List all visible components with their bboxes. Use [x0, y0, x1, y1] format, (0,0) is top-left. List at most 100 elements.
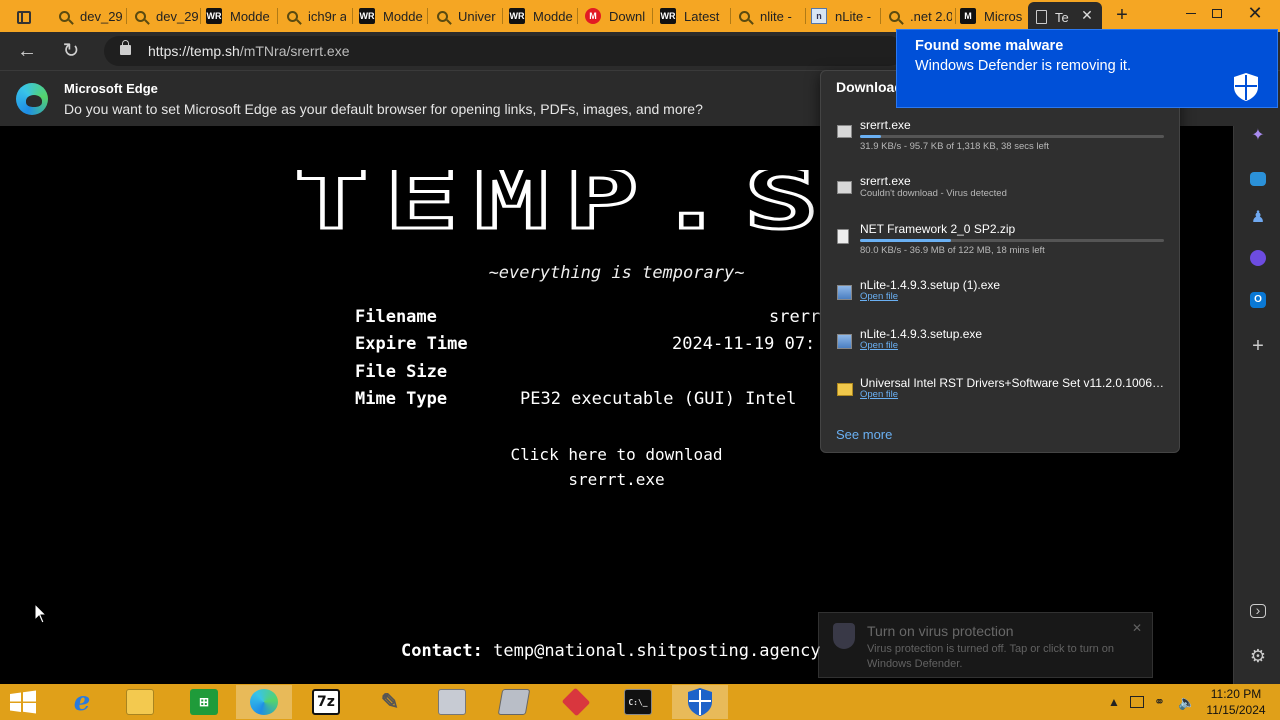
- shopping-icon[interactable]: [1250, 172, 1266, 186]
- contact-label: Contact:: [401, 641, 483, 661]
- tab-separator: [200, 8, 201, 24]
- tab-label: Te: [1055, 9, 1069, 25]
- download-name: nLite-1.4.9.3.setup.exe: [860, 327, 983, 341]
- gear-icon[interactable]: ⚙: [1248, 646, 1268, 666]
- taskbar: e ⊞ 7z ✎ C:\_ ▲ ⚭ 🔈 11:20 PM 11/15/2024: [0, 684, 1280, 720]
- people-icon[interactable]: ♟: [1248, 208, 1268, 228]
- exe-file-icon: [837, 125, 852, 138]
- tab[interactable]: WR Latest: [660, 3, 730, 29]
- taskbar-store[interactable]: ⊞: [176, 685, 232, 719]
- open-file-link[interactable]: Open file: [860, 340, 898, 351]
- system-clock[interactable]: 11:20 PM 11/15/2024: [1200, 686, 1272, 718]
- tab-actions-button[interactable]: [8, 6, 40, 28]
- toast-title: Found some malware: [915, 38, 1064, 54]
- tray-overflow-icon[interactable]: ▲: [1108, 684, 1120, 720]
- download-status: 31.9 KB/s - 95.7 KB of 1,318 KB, 38 secs…: [860, 141, 1050, 152]
- designer-icon[interactable]: [1250, 250, 1266, 266]
- back-arrow-icon[interactable]: ←: [14, 39, 40, 63]
- open-file-link[interactable]: Open file: [860, 389, 898, 400]
- taskbar-defender[interactable]: [672, 685, 728, 719]
- virus-protection-notification[interactable]: Turn on virus protection Virus protectio…: [818, 612, 1153, 678]
- add-icon[interactable]: +: [1248, 336, 1268, 356]
- download-filename-link[interactable]: srerrt.exe: [0, 470, 1233, 489]
- tab[interactable]: nlite -: [736, 3, 802, 29]
- internet-explorer-icon: e: [73, 687, 91, 717]
- tab[interactable]: M Downl: [585, 3, 651, 29]
- search-icon: [59, 10, 70, 22]
- volume-muted-icon[interactable]: 🔈: [1178, 684, 1195, 720]
- taskbar-tool[interactable]: ✎: [362, 685, 418, 719]
- toast-text: Virus protection is turned off. Tap or c…: [867, 643, 1115, 670]
- tab-label: Downl: [609, 8, 646, 24]
- downloads-title: Download: [836, 79, 903, 95]
- tab[interactable]: WR Modde: [359, 3, 425, 29]
- maximize-button[interactable]: [1202, 2, 1232, 24]
- outlook-icon[interactable]: O: [1250, 292, 1266, 308]
- network-icon[interactable]: ⚭: [1154, 684, 1165, 720]
- gitkraken-icon: [561, 687, 591, 717]
- tab[interactable]: WR Modde: [509, 3, 575, 29]
- refresh-icon[interactable]: ↻: [58, 39, 84, 63]
- tab-separator: [577, 8, 578, 24]
- tab[interactable]: dev_29: [132, 3, 200, 29]
- taskbar-cmd[interactable]: C:\_: [610, 685, 666, 719]
- url-path: /mTNra/srerrt.exe: [239, 43, 350, 59]
- wr-icon: WR: [509, 8, 525, 24]
- action-center-icon[interactable]: [1130, 684, 1146, 720]
- taskbar-7zip[interactable]: 7z: [298, 685, 354, 719]
- search-icon: [135, 10, 146, 22]
- address-bar[interactable]: https://temp.sh/mTNra/srerrt.exe: [104, 36, 904, 66]
- tab[interactable]: WR Modde: [206, 3, 272, 29]
- download-item[interactable]: nLite-1.4.9.3.setup.exe Open file: [821, 327, 1181, 373]
- close-tab-icon[interactable]: ✕: [1080, 8, 1094, 22]
- close-icon[interactable]: ✕: [1132, 621, 1142, 635]
- windows-start-icon[interactable]: [8, 690, 38, 714]
- page-icon: [1036, 10, 1047, 24]
- tab-actions-icon: [17, 10, 31, 24]
- tab[interactable]: Univer: [434, 3, 498, 29]
- download-item[interactable]: srerrt.exe Couldn't download - Virus det…: [821, 174, 1181, 220]
- search-icon: [739, 10, 750, 22]
- download-name: srerrt.exe: [860, 118, 911, 132]
- malware-notification[interactable]: Found some malware Windows Defender is r…: [896, 29, 1278, 108]
- ms-icon: M: [960, 8, 976, 24]
- taskbar-installer[interactable]: [424, 685, 480, 719]
- see-more-link[interactable]: See more: [836, 427, 892, 442]
- contact-email-link[interactable]: temp@national.shitposting.agency: [493, 641, 821, 661]
- download-status: 80.0 KB/s - 36.9 MB of 122 MB, 18 mins l…: [860, 245, 1045, 256]
- tab-label: dev_29: [80, 8, 123, 24]
- taskbar-ie[interactable]: e: [54, 685, 110, 719]
- tab-label: Modde: [230, 8, 270, 24]
- taskbar-edge[interactable]: [236, 685, 292, 719]
- download-item[interactable]: Universal Intel RST Drivers+Software Set…: [821, 376, 1181, 422]
- lock-icon[interactable]: [120, 40, 131, 55]
- nlite-icon: n: [811, 8, 827, 24]
- download-item[interactable]: nLite-1.4.9.3.setup (1).exe Open file: [821, 278, 1181, 324]
- download-item[interactable]: srerrt.exe 31.9 KB/s - 95.7 KB of 1,318 …: [821, 118, 1181, 164]
- file-size-label: File Size: [355, 362, 448, 382]
- search-icon: [437, 10, 448, 22]
- taskbar-file-explorer[interactable]: [112, 685, 168, 719]
- temp-sh-logo: TEMP.S: [293, 170, 826, 236]
- clock-time: 11:20 PM: [1210, 687, 1262, 701]
- exe-file-icon: [837, 181, 852, 194]
- new-tab-button[interactable]: +: [1112, 4, 1132, 26]
- close-window-button[interactable]: ✕: [1240, 2, 1270, 24]
- download-name: nLite-1.4.9.3.setup (1).exe: [860, 278, 1001, 292]
- sidebar-collapse-icon[interactable]: ›: [1250, 603, 1266, 618]
- taskbar-network-tool[interactable]: [486, 685, 542, 719]
- taskbar-gitkraken[interactable]: [548, 685, 604, 719]
- tab[interactable]: .net 2.0: [886, 3, 952, 29]
- download-item[interactable]: NET Framework 2_0 SP2.zip 80.0 KB/s - 36…: [821, 222, 1181, 268]
- download-progress-bar: [860, 135, 1164, 138]
- tab[interactable]: ich9r a: [284, 3, 346, 29]
- tab[interactable]: n nLite -: [811, 3, 877, 29]
- copilot-icon[interactable]: ✦: [1248, 126, 1268, 146]
- mouse-cursor-icon: [34, 603, 48, 624]
- open-file-link[interactable]: Open file: [860, 291, 898, 302]
- tab-separator: [805, 8, 806, 24]
- wr-icon: WR: [359, 8, 375, 24]
- tab[interactable]: dev_29: [56, 3, 126, 29]
- tab[interactable]: M Micros: [960, 3, 1022, 29]
- banner-text: Do you want to set Microsoft Edge as you…: [64, 101, 703, 117]
